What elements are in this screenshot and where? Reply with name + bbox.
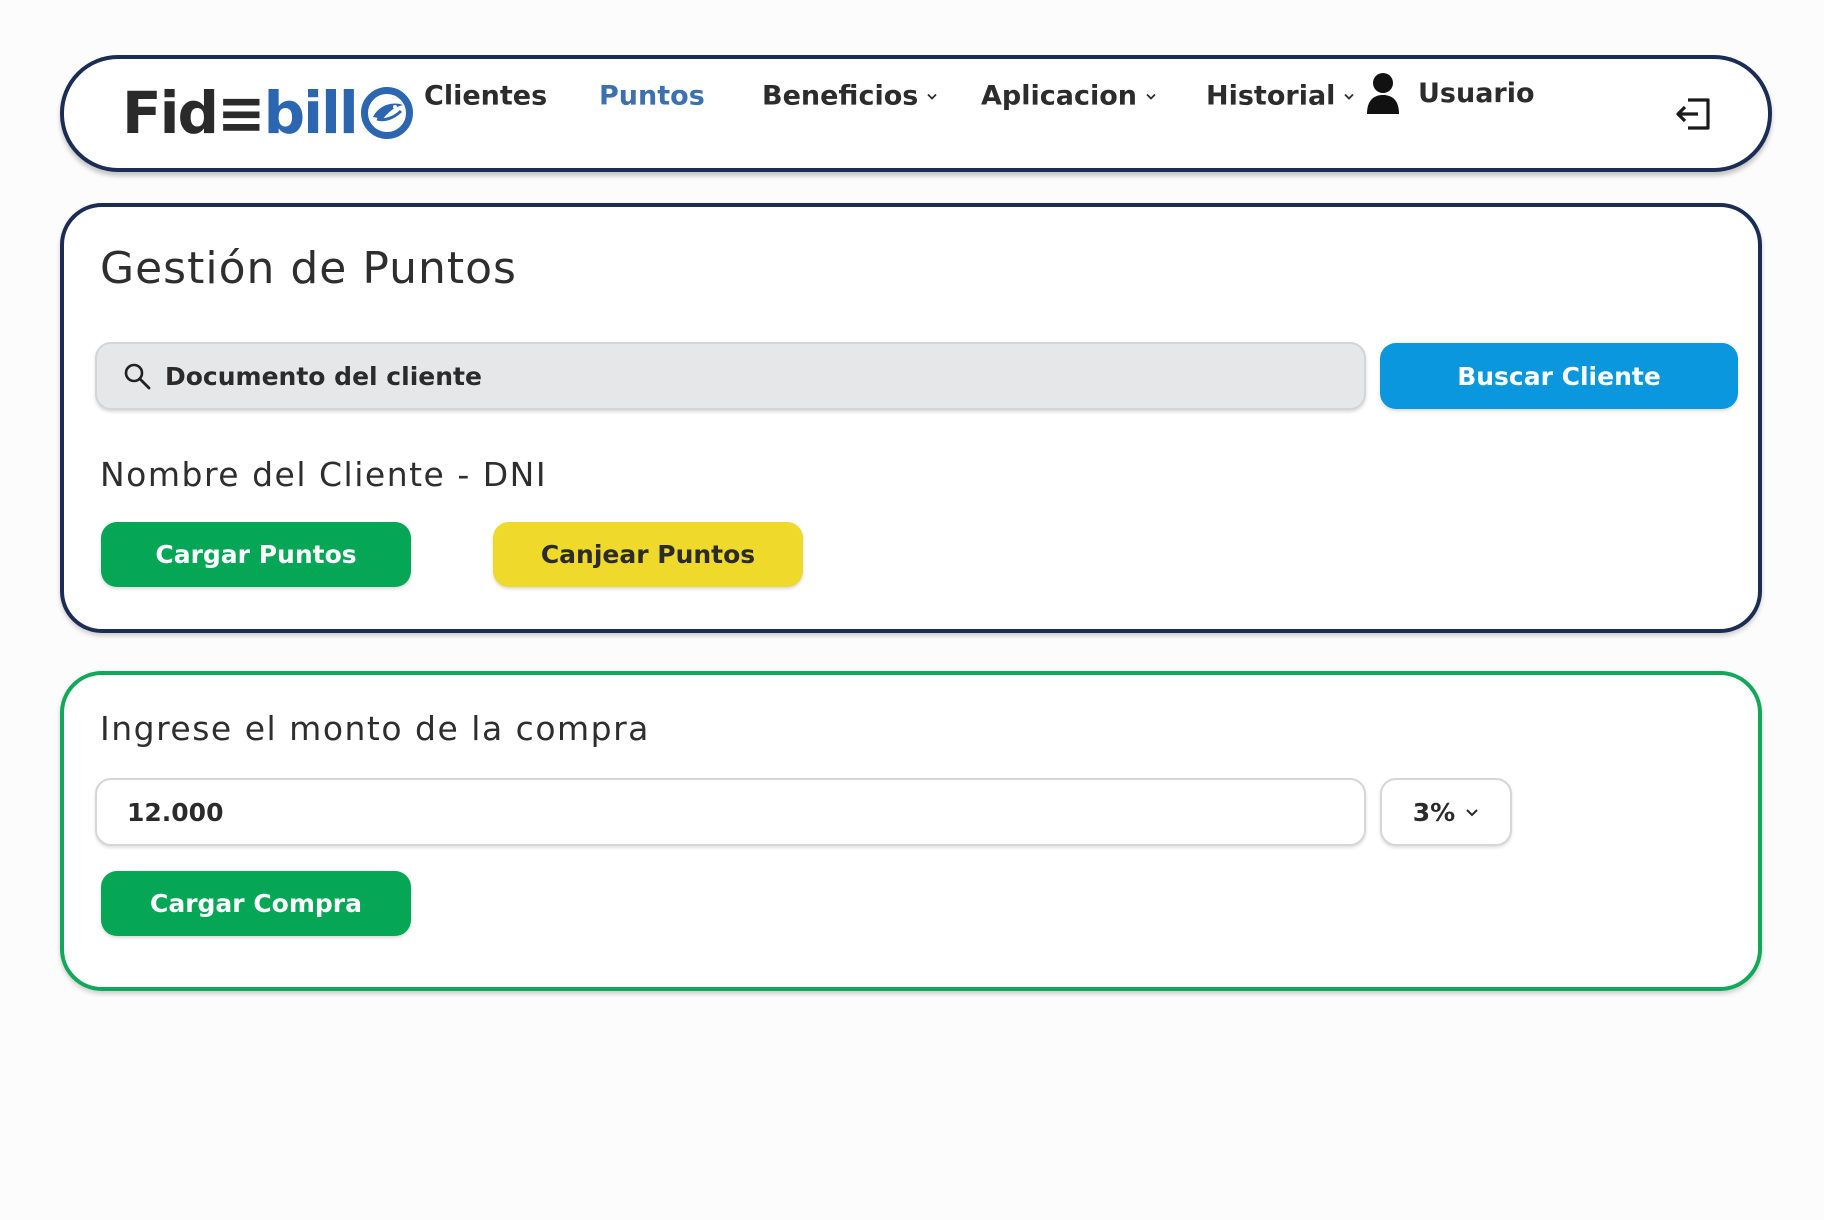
- chevron-down-icon: [1344, 93, 1355, 100]
- logo-text-fid: Fid≡: [122, 79, 266, 147]
- logout-icon: [1676, 98, 1710, 130]
- logo-text-bill: bill: [263, 79, 359, 147]
- purchase-amount-label: Ingrese el monto de la compra: [100, 709, 650, 748]
- search-client-button[interactable]: Buscar Cliente: [1380, 343, 1738, 409]
- purchase-amount-panel: Ingrese el monto de la compra 12.000 3% …: [60, 671, 1762, 991]
- purchase-amount-input[interactable]: 12.000: [95, 778, 1366, 846]
- fidebill-logo[interactable]: Fid≡bill: [122, 77, 413, 149]
- nav-beneficios[interactable]: Beneficios: [762, 81, 938, 112]
- nav-historial-label: Historial: [1206, 80, 1336, 112]
- client-name-dni: Nombre del Cliente - DNI: [100, 455, 548, 494]
- chevron-down-icon: [927, 93, 937, 100]
- user-menu[interactable]: Usuario: [1366, 72, 1535, 114]
- user-label: Usuario: [1418, 77, 1535, 109]
- percentage-select[interactable]: 3%: [1380, 778, 1512, 846]
- percentage-value: 3%: [1412, 797, 1456, 827]
- points-management-panel: Gestión de Puntos Documento del cliente …: [60, 203, 1762, 633]
- search-placeholder: Documento del cliente: [165, 361, 482, 391]
- nav-beneficios-label: Beneficios: [762, 80, 919, 112]
- nav-aplicacion[interactable]: Aplicacion: [981, 81, 1157, 112]
- page-title: Gestión de Puntos: [100, 243, 517, 294]
- nav-clientes[interactable]: Clientes: [424, 81, 547, 112]
- load-points-button[interactable]: Cargar Puntos: [101, 522, 411, 587]
- redeem-points-button[interactable]: Canjear Puntos: [493, 522, 803, 587]
- chevron-down-icon: [1466, 809, 1478, 817]
- client-document-search-input[interactable]: Documento del cliente: [95, 342, 1366, 410]
- search-icon: [124, 363, 151, 390]
- nav-clientes-label: Clientes: [424, 80, 548, 112]
- nav-puntos-label: Puntos: [599, 80, 705, 112]
- nav-puntos[interactable]: Puntos: [599, 81, 705, 112]
- nav-historial[interactable]: Historial: [1206, 81, 1355, 112]
- nav-aplicacion-label: Aplicacion: [981, 80, 1137, 112]
- bird-logo-icon: [360, 87, 413, 139]
- user-icon: [1367, 73, 1399, 114]
- logout-button[interactable]: [1674, 94, 1714, 138]
- load-purchase-button[interactable]: Cargar Compra: [101, 871, 411, 936]
- chevron-down-icon: [1146, 93, 1156, 100]
